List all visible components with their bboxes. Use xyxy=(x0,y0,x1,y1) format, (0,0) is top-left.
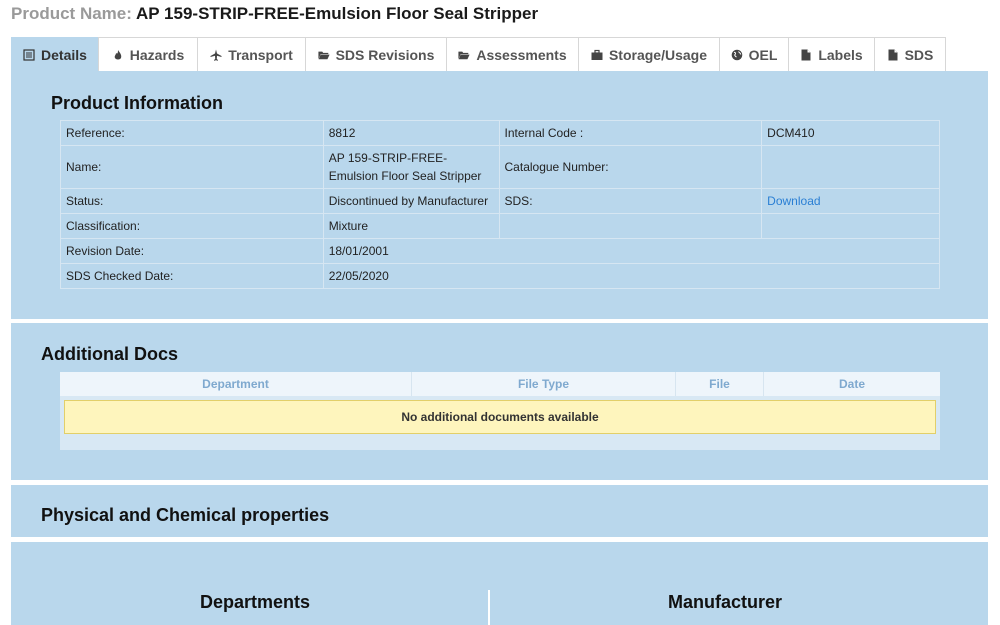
departments-title: Departments xyxy=(199,592,311,612)
file-icon xyxy=(887,49,899,61)
reference-label: Reference: xyxy=(60,120,324,146)
table-row: Revision Date: 18/01/2001 xyxy=(60,238,941,264)
sds-download-link[interactable]: Download xyxy=(767,194,820,208)
table-row: SDS Checked Date: 22/05/2020 xyxy=(60,263,941,289)
tab-transport[interactable]: Transport xyxy=(197,37,306,71)
sds-cell: Download xyxy=(761,188,940,214)
tab-label: Assessments xyxy=(476,46,567,63)
tab-label: OEL xyxy=(748,46,778,63)
product-name-label: Product Name: xyxy=(11,4,132,23)
tab-oel[interactable]: OEL xyxy=(719,37,789,71)
table-row: Classification: Mixture xyxy=(60,213,940,239)
status-label: Status: xyxy=(60,188,324,214)
tab-labels[interactable]: Labels xyxy=(788,37,875,71)
internal-code-value: DCM410 xyxy=(761,120,940,146)
column-header-date[interactable]: Date xyxy=(764,372,940,396)
product-information-title: Product Information xyxy=(51,93,223,113)
folder-open-icon xyxy=(318,49,330,61)
plane-icon xyxy=(210,49,222,61)
tab-label: Hazards xyxy=(129,46,185,63)
column-header-file[interactable]: File xyxy=(676,372,764,396)
table-row: Reference: 8812 Internal Code : DCM410 xyxy=(60,120,940,146)
catalogue-number-value xyxy=(761,145,940,189)
folder-open-icon xyxy=(458,49,470,61)
name-value: AP 159-STRIP-FREE-Emulsion Floor Seal St… xyxy=(322,145,500,189)
product-information-panel: Product Information Reference: 8812 Inte… xyxy=(11,71,988,319)
table-row: Status: Discontinued by Manufacturer SDS… xyxy=(60,188,940,214)
tab-label: Storage/Usage xyxy=(608,46,708,63)
revision-date-label: Revision Date: xyxy=(60,238,324,264)
column-header-file-type[interactable]: File Type xyxy=(412,372,676,396)
additional-docs-title: Additional Docs xyxy=(41,344,179,364)
fire-icon xyxy=(112,49,124,61)
tab-storage-usage[interactable]: Storage/Usage xyxy=(578,37,720,71)
column-divider xyxy=(488,590,490,625)
additional-docs-panel: Additional Docs Department File Type Fil… xyxy=(11,323,988,480)
sds-checked-date-label: SDS Checked Date: xyxy=(60,263,324,289)
tab-label: Labels xyxy=(818,46,863,63)
tab-sds-revisions[interactable]: SDS Revisions xyxy=(305,37,447,71)
list-icon xyxy=(23,48,35,61)
tab-hazards[interactable]: Hazards xyxy=(98,37,198,71)
file-icon xyxy=(800,49,812,61)
table-row: Name: AP 159-STRIP-FREE-Emulsion Floor S… xyxy=(60,145,940,189)
empty-cell xyxy=(498,213,763,239)
tab-assessments[interactable]: Assessments xyxy=(446,37,579,71)
tab-details[interactable]: Details xyxy=(11,37,99,71)
globe-icon xyxy=(731,49,743,61)
revision-date-value: 18/01/2001 xyxy=(322,238,941,264)
product-name-heading: Product Name: AP 159-STRIP-FREE-Emulsion… xyxy=(11,4,538,24)
no-documents-message: No additional documents available xyxy=(64,400,936,434)
additional-docs-table: Department File Type File Date No additi… xyxy=(60,372,940,450)
internal-code-label: Internal Code : xyxy=(498,120,763,146)
docs-table-header: Department File Type File Date xyxy=(60,372,940,396)
empty-cell xyxy=(761,213,940,239)
tab-bar: Details Hazards Transport SDS Revisions … xyxy=(11,37,946,71)
name-label: Name: xyxy=(60,145,324,189)
sds-label: SDS: xyxy=(498,188,763,214)
tab-sds[interactable]: SDS xyxy=(874,37,946,71)
sds-checked-date-value: 22/05/2020 xyxy=(322,263,941,289)
column-header-department[interactable]: Department xyxy=(60,372,412,396)
tab-label: SDS Revisions xyxy=(335,46,435,63)
product-information-table: Reference: 8812 Internal Code : DCM410 N… xyxy=(60,120,941,289)
product-name-value: AP 159-STRIP-FREE-Emulsion Floor Seal St… xyxy=(136,4,539,23)
physical-chemical-title[interactable]: Physical and Chemical properties xyxy=(41,505,329,526)
physical-chemical-panel: Physical and Chemical properties xyxy=(11,485,988,537)
classification-label: Classification: xyxy=(60,213,324,239)
departments-manufacturer-panel: Departments Manufacturer xyxy=(11,542,988,625)
tab-label: SDS xyxy=(904,46,934,63)
tab-label: Transport xyxy=(228,46,293,63)
manufacturer-title: Manufacturer xyxy=(667,592,783,612)
briefcase-icon xyxy=(591,49,603,61)
status-value: Discontinued by Manufacturer xyxy=(322,188,500,214)
catalogue-number-label: Catalogue Number: xyxy=(498,145,763,189)
reference-value: 8812 xyxy=(322,120,500,146)
classification-value: Mixture xyxy=(322,213,500,239)
tab-label: Details xyxy=(41,46,87,63)
